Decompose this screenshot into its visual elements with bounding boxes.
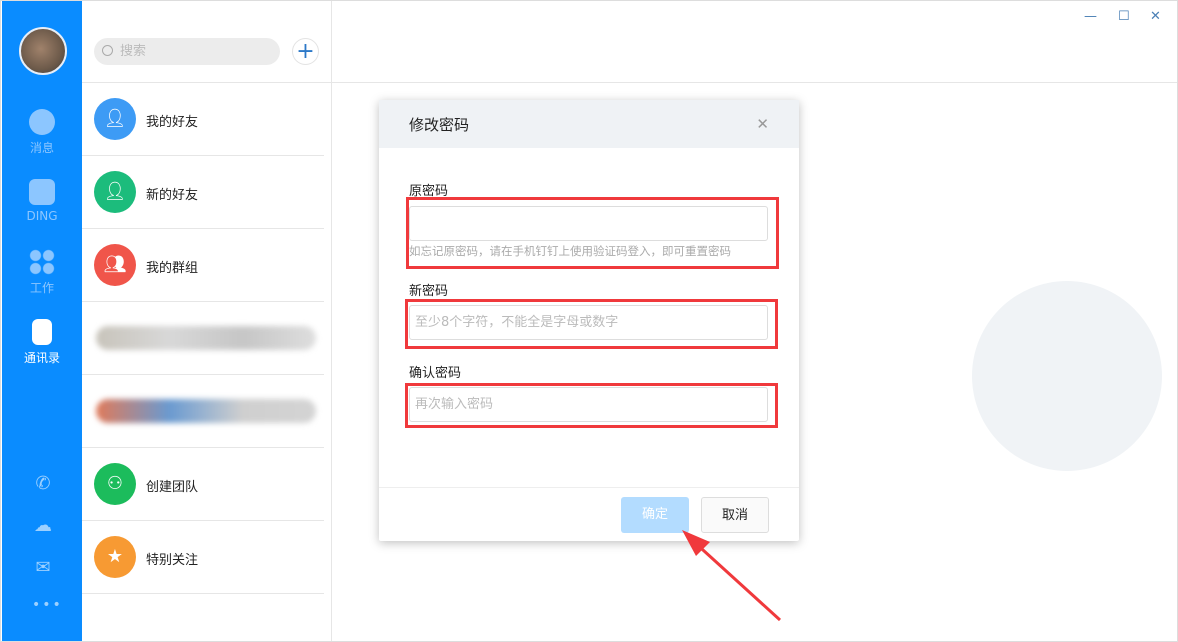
item-label: 特别关注 xyxy=(146,549,198,568)
user-icon: 👤︎ xyxy=(94,98,136,140)
minimize-button[interactable]: — xyxy=(1084,9,1097,24)
team-icon: ⚇ xyxy=(94,463,136,505)
chat-icon xyxy=(29,109,55,135)
more-icon[interactable]: ••• xyxy=(32,597,54,619)
mail-icon[interactable]: ✉ xyxy=(32,557,54,579)
item-label: 我的群组 xyxy=(146,257,198,276)
sidebar: 消息 DING 工作 通讯录 ✆ ☁ ✉ ••• xyxy=(2,1,82,641)
nav-ding[interactable]: DING xyxy=(2,179,82,223)
item-label: 我的好友 xyxy=(146,111,198,130)
item-label: 创建团队 xyxy=(146,476,198,495)
highlight-box xyxy=(406,197,779,269)
item-label: 新的好友 xyxy=(146,184,198,203)
ding-icon xyxy=(29,179,55,205)
close-window-button[interactable]: ✕ xyxy=(1150,9,1161,24)
maximize-button[interactable]: ☐ xyxy=(1118,9,1130,24)
background-illustration xyxy=(972,281,1162,471)
confirm-password-label: 确认密码 xyxy=(409,362,461,381)
new-password-label: 新密码 xyxy=(409,280,448,299)
add-user-icon: 👤︎ xyxy=(94,171,136,213)
list-item[interactable]: 👤︎ 我的好友 xyxy=(82,83,324,156)
dialog-title: 修改密码 xyxy=(379,100,799,148)
contacts-icon xyxy=(32,319,52,345)
nav-label: 消息 xyxy=(30,141,54,155)
nav-work[interactable]: 工作 xyxy=(2,249,82,296)
list-item-blurred[interactable] xyxy=(82,375,324,448)
annotation-arrow xyxy=(670,520,790,630)
list-item[interactable]: 👥︎ 我的群组 xyxy=(82,229,324,302)
phone-icon[interactable]: ✆ xyxy=(32,473,54,495)
nav-label: 通讯录 xyxy=(24,351,60,365)
highlight-box xyxy=(405,383,778,428)
search-input[interactable]: 搜索 xyxy=(94,38,280,65)
list-item[interactable]: ★ 特别关注 xyxy=(82,521,324,594)
nav-label: 工作 xyxy=(30,281,54,295)
avatar[interactable] xyxy=(19,27,67,75)
nav-label: DING xyxy=(26,209,57,223)
list-item[interactable]: 👤︎ 新的好友 xyxy=(82,156,324,229)
close-icon[interactable]: ✕ xyxy=(756,115,769,133)
star-icon: ★ xyxy=(94,536,136,578)
change-password-dialog: 修改密码 ✕ 原密码 如忘记原密码，请在手机钉钉上使用验证码登入，即可重置密码 … xyxy=(379,100,799,541)
work-icon xyxy=(29,249,55,275)
group-icon: 👥︎ xyxy=(94,244,136,286)
contacts-panel: 搜索 + 👤︎ 我的好友 👤︎ 新的好友 👥︎ 我的群组 ⚇ 创建团队 ★ 特别关注 xyxy=(82,1,332,641)
cloud-icon[interactable]: ☁ xyxy=(32,515,54,537)
add-button[interactable]: + xyxy=(292,38,319,65)
highlight-box xyxy=(405,299,778,349)
list-item-blurred[interactable] xyxy=(82,302,324,375)
list-item[interactable]: ⚇ 创建团队 xyxy=(82,448,324,521)
nav-contacts[interactable]: 通讯录 xyxy=(2,319,82,366)
nav-messages[interactable]: 消息 xyxy=(2,109,82,156)
